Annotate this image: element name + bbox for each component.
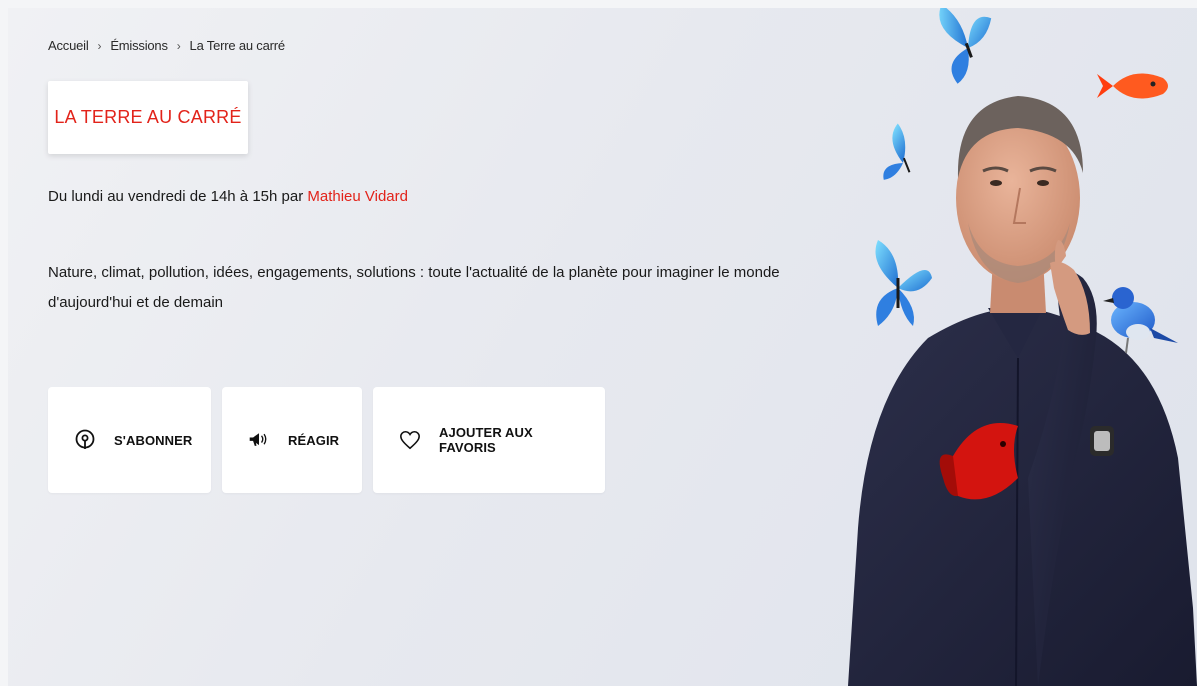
orange-fish-illustration xyxy=(1097,73,1168,99)
show-description: Nature, climat, pollution, idées, engage… xyxy=(48,264,780,311)
megaphone-icon xyxy=(248,429,270,451)
show-title-box: LA TERRE AU CARRÉ xyxy=(48,81,248,154)
heart-icon xyxy=(399,429,421,451)
breadcrumb: Accueil › Émissions › La Terre au carré xyxy=(48,38,285,53)
action-bar: S'ABONNER RÉAGIR AJOUTER AUX FAVORIS xyxy=(48,387,605,493)
breadcrumb-item-current: La Terre au carré xyxy=(189,38,286,53)
react-button[interactable]: RÉAGIR xyxy=(222,387,362,493)
react-label: RÉAGIR xyxy=(288,432,340,448)
page: Accueil › Émissions › La Terre au carré … xyxy=(0,0,1197,686)
add-favorite-button[interactable]: AJOUTER AUX FAVORIS xyxy=(373,387,605,493)
breadcrumb-separator: › xyxy=(176,38,181,53)
show-hero: Accueil › Émissions › La Terre au carré … xyxy=(8,8,1197,686)
host-link[interactable]: Mathieu Vidard xyxy=(307,188,408,205)
subscribe-button[interactable]: S'ABONNER xyxy=(48,387,211,493)
subscribe-label: S'ABONNER xyxy=(114,432,193,448)
podcast-icon xyxy=(74,429,96,451)
butterfly-illustration-3 xyxy=(875,240,932,326)
breadcrumb-separator: › xyxy=(97,38,102,53)
butterfly-illustration-2 xyxy=(883,123,911,180)
page-title: LA TERRE AU CARRÉ xyxy=(54,107,242,127)
favorite-label: AJOUTER AUX FAVORIS xyxy=(439,425,533,455)
presenter-illustration xyxy=(828,8,1197,686)
presenter-artwork xyxy=(848,8,1197,686)
breadcrumb-item-home[interactable]: Accueil xyxy=(48,38,89,53)
butterfly-illustration-1 xyxy=(939,8,992,84)
breadcrumb-item-shows[interactable]: Émissions xyxy=(110,38,168,53)
schedule-text: Du lundi au vendredi de 14h à 15h par xyxy=(48,188,308,205)
show-schedule: Du lundi au vendredi de 14h à 15h par Ma… xyxy=(48,188,408,205)
